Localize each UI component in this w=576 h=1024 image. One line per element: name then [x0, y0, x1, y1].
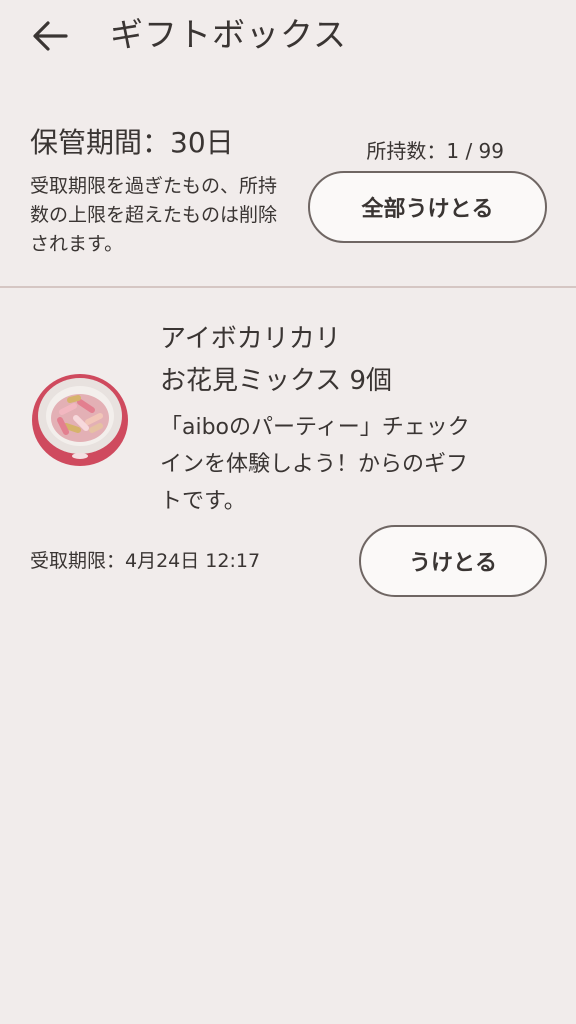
gift-expiry: 受取期限：4月24日 12:17 [30, 550, 261, 572]
gift-item-image [30, 370, 130, 466]
back-button[interactable] [22, 12, 78, 60]
storage-note: 受取期限を過ぎたもの、所持数の上限を超えたものは削除されます。 [30, 175, 278, 255]
gift-description-line: インを体験しよう！からのギフ [160, 452, 469, 477]
page-title: ギフトボックス [110, 15, 348, 54]
food-bowl-icon [32, 374, 128, 466]
gift-item-name-line: アイボカリカリ [160, 324, 341, 354]
gift-item-name: アイボカリカリ お花見ミックス 9個 [160, 318, 392, 402]
arrow-left-icon [33, 21, 68, 51]
gift-description-line: 「aiboのパーティー」チェック [160, 415, 470, 440]
gift-item-name-line: お花見ミックス 9個 [160, 366, 393, 396]
storage-period-title: 保管期間：30日 [30, 126, 234, 159]
gift-description-line: トです。 [160, 489, 246, 514]
receive-button[interactable]: うけとる [359, 525, 547, 597]
receive-all-button[interactable]: 全部うけとる [308, 171, 547, 243]
possession-count: 所持数：1 / 99 [366, 139, 504, 163]
gift-item-description: 「aiboのパーティー」チェック インを体験しよう！からのギフ トです。 [160, 409, 540, 520]
app-header: ギフトボックス [0, 0, 576, 72]
divider [0, 286, 576, 288]
